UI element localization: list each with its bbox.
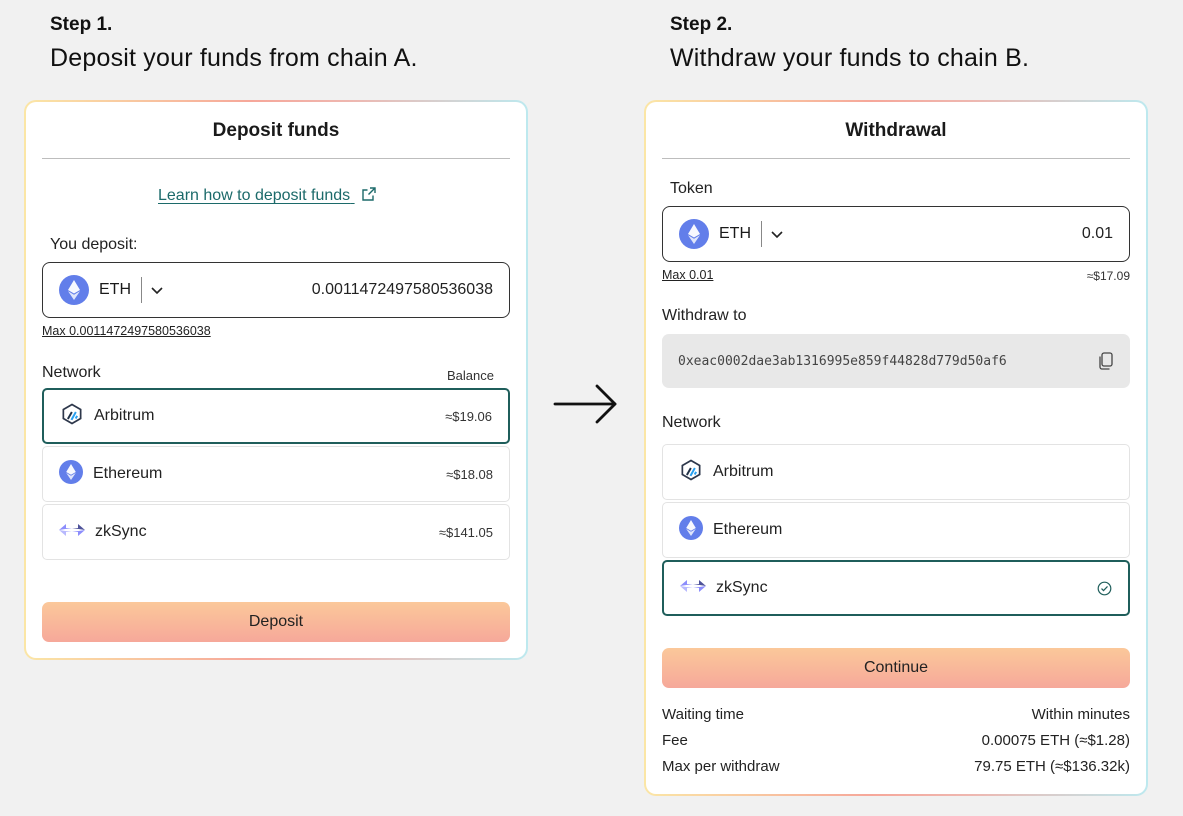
network-name: zkSync	[95, 523, 147, 540]
ethereum-icon	[679, 219, 709, 249]
arbitrum-icon	[679, 458, 703, 487]
learn-deposit-link[interactable]: Learn how to deposit funds	[158, 186, 377, 207]
step-2-number: Step 2.	[670, 14, 733, 35]
balance-label: Balance	[447, 368, 494, 383]
step-2-header: Step 2. Withdraw your funds to chain B.	[670, 14, 1029, 73]
deposit-network-ethereum[interactable]: Ethereum ≈$18.08	[42, 446, 510, 502]
withdraw-address-value: 0xeac0002dae3ab1316995e859f44828d779d50a…	[678, 353, 1007, 369]
zksync-icon	[680, 578, 706, 599]
step-1-header: Step 1. Deposit your funds from chain A.	[50, 14, 418, 73]
withdraw-usd-value: ≈$17.09	[1086, 269, 1130, 283]
info-fee: Fee 0.00075 ETH (≈$1.28)	[662, 732, 1130, 749]
step-1-number: Step 1.	[50, 14, 113, 35]
withdraw-network-label: Network	[662, 414, 721, 431]
network-name: Arbitrum	[713, 463, 774, 480]
deposit-button[interactable]: Deposit	[42, 602, 510, 642]
ethereum-icon	[59, 275, 89, 305]
withdraw-max-link[interactable]: Max 0.01	[662, 268, 713, 282]
deposit-amount-value: 0.0011472497580536038	[311, 281, 493, 298]
withdrawal-divider	[662, 158, 1130, 159]
withdraw-amount-input[interactable]: ETH 0.01	[662, 206, 1130, 262]
check-circle-icon	[1097, 581, 1112, 596]
deposit-title: Deposit funds	[212, 120, 340, 141]
withdraw-token-symbol: ETH	[719, 225, 751, 242]
arrow-right-icon	[552, 382, 620, 431]
info-value: 79.75 ETH (≈$136.32k)	[974, 758, 1130, 775]
info-value: 0.00075 ETH (≈$1.28)	[981, 732, 1130, 749]
ethereum-icon	[679, 515, 703, 545]
info-label: Waiting time	[662, 706, 744, 723]
chevron-down-icon[interactable]	[770, 227, 784, 241]
info-label: Max per withdraw	[662, 758, 780, 775]
info-waiting-time: Waiting time Within minutes	[662, 706, 1130, 723]
chevron-down-icon[interactable]	[150, 283, 164, 297]
deposit-divider	[42, 158, 510, 159]
step-2-description: Withdraw your funds to chain B.	[670, 44, 1030, 72]
external-link-icon	[361, 186, 377, 207]
withdrawal-card: Withdrawal Token ETH 0.01 Max 0.01 ≈$17.…	[644, 100, 1148, 796]
deposit-amount-input[interactable]: ETH 0.0011472497580536038	[42, 262, 510, 318]
step-1-description: Deposit your funds from chain A.	[50, 44, 418, 72]
info-label: Fee	[662, 732, 688, 749]
withdrawal-title: Withdrawal	[845, 120, 947, 141]
network-balance: ≈$141.05	[438, 524, 493, 540]
withdraw-amount-value: 0.01	[1081, 225, 1113, 242]
info-value: Within minutes	[1031, 706, 1130, 723]
deposit-network-zksync[interactable]: zkSync ≈$141.05	[42, 504, 510, 560]
token-separator	[141, 277, 142, 303]
network-name: zkSync	[716, 579, 768, 596]
network-balance: ≈$19.06	[445, 408, 492, 424]
deposit-token-symbol: ETH	[99, 281, 131, 298]
withdraw-address-field[interactable]: 0xeac0002dae3ab1316995e859f44828d779d50a…	[662, 334, 1130, 388]
deposit-network-arbitrum[interactable]: Arbitrum ≈$19.06	[42, 388, 510, 444]
network-balance: ≈$18.08	[446, 466, 493, 482]
copy-icon[interactable]	[1098, 352, 1114, 370]
continue-button[interactable]: Continue	[662, 648, 1130, 688]
deposit-max-link[interactable]: Max 0.0011472497580536038	[42, 324, 211, 338]
info-max-per-withdraw: Max per withdraw 79.75 ETH (≈$136.32k)	[662, 758, 1130, 775]
arbitrum-icon	[60, 402, 84, 431]
token-label: Token	[670, 180, 713, 197]
token-separator	[761, 221, 762, 247]
you-deposit-label: You deposit:	[50, 236, 138, 253]
deposit-network-label: Network	[42, 364, 101, 381]
network-name: Arbitrum	[94, 407, 155, 424]
withdraw-to-label: Withdraw to	[662, 307, 747, 324]
ethereum-icon	[59, 459, 83, 489]
withdraw-network-ethereum[interactable]: Ethereum	[662, 502, 1130, 558]
withdraw-network-arbitrum[interactable]: Arbitrum	[662, 444, 1130, 500]
withdraw-network-zksync[interactable]: zkSync	[662, 560, 1130, 616]
network-name: Ethereum	[713, 521, 783, 538]
network-name: Ethereum	[93, 465, 163, 482]
zksync-icon	[59, 522, 85, 543]
learn-deposit-link-label: Learn how to deposit funds	[158, 187, 351, 204]
deposit-card: Deposit funds Learn how to deposit funds…	[24, 100, 528, 660]
